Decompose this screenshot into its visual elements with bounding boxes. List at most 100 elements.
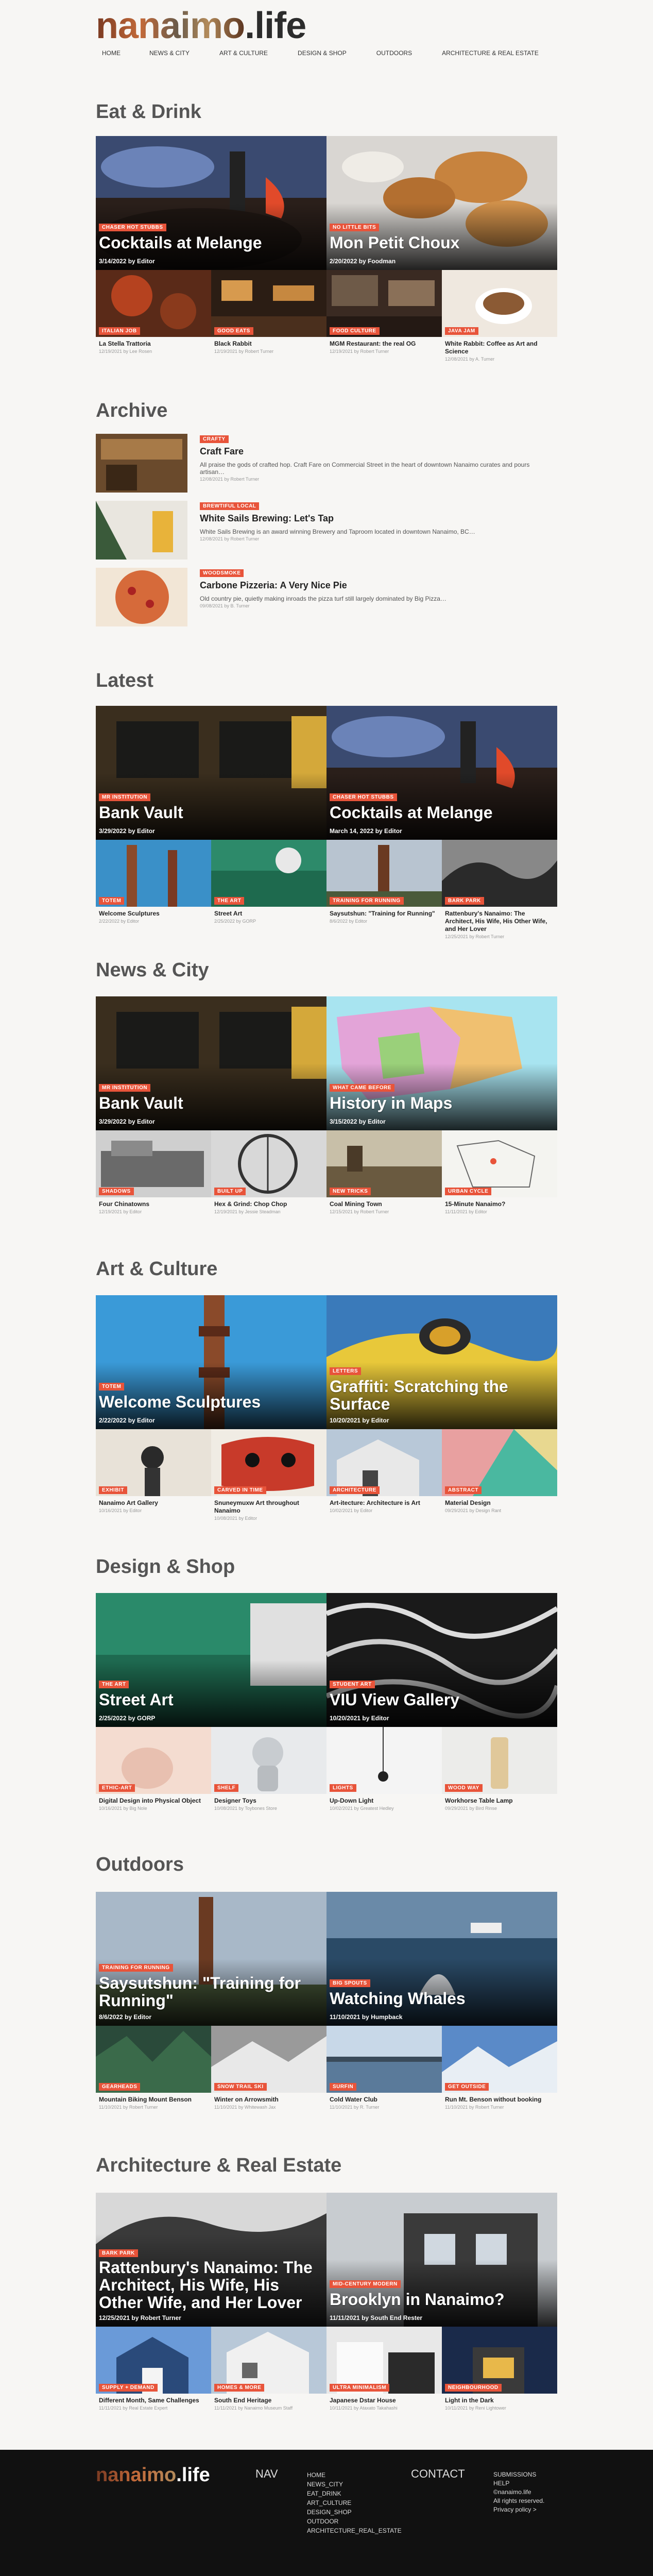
article-title[interactable]: Up-Down Light	[330, 1797, 439, 1805]
article-card[interactable]: TRAINING FOR RUNNING Saysutshun: "Traini…	[326, 840, 442, 924]
article-card[interactable]: ETHIC-ART Digital Design into Physical O…	[96, 1727, 211, 1811]
category-tag[interactable]: CRAFTY	[200, 435, 229, 443]
category-tag[interactable]: ABSTRACT	[445, 1486, 482, 1494]
footer-logo[interactable]: nanaimo.life	[96, 2464, 210, 2486]
category-tag[interactable]: NEIGHBOURHOOD	[445, 2384, 502, 2392]
privacy-link[interactable]: Privacy policy >	[493, 2505, 544, 2514]
category-tag[interactable]: BREWTIFUL LOCAL	[200, 502, 260, 510]
article-card[interactable]: ITALIAN JOB La Stella Trattoria 12/19/20…	[96, 270, 211, 354]
article-card[interactable]: LIGHTS Up-Down Light 10/02/2021 by Great…	[326, 1727, 442, 1811]
feature-title[interactable]: Graffiti: Scratching the Surface	[330, 1378, 552, 1413]
article-title[interactable]: Street Art	[214, 910, 323, 918]
category-tag[interactable]: SUPPLY + DEMAND	[99, 2384, 158, 2392]
category-tag[interactable]: CHASER HOT STUBBS	[99, 224, 166, 231]
nav-home[interactable]: HOME	[102, 49, 121, 57]
category-tag[interactable]: CARVED IN TIME	[214, 1486, 266, 1494]
nav-art-culture[interactable]: ART & CULTURE	[219, 49, 268, 57]
article-title[interactable]: South End Heritage	[214, 2397, 323, 2404]
site-logo[interactable]: nanaimo.life	[96, 5, 306, 46]
article-title[interactable]: Four Chinatowns	[99, 1200, 208, 1208]
feature-card[interactable]: CHASER HOT STUBBS Cocktails at Melange 3…	[96, 136, 326, 270]
category-tag[interactable]: URBAN CYCLE	[445, 1188, 492, 1195]
article-title[interactable]: Run Mt. Benson without booking	[445, 2096, 554, 2104]
category-tag[interactable]: STUDENT ART	[330, 1681, 375, 1688]
article-title[interactable]: La Stella Trattoria	[99, 340, 208, 348]
category-tag[interactable]: WOODSMOKE	[200, 569, 244, 577]
article-title[interactable]: Workhorse Table Lamp	[445, 1797, 554, 1805]
article-card[interactable]: SHELF Designer Toys 10/08/2021 by Toybon…	[211, 1727, 326, 1811]
category-tag[interactable]: NO LITTLE BITS	[330, 224, 380, 231]
article-card[interactable]: CARVED IN TIME Snuneymuxw Art throughout…	[211, 1429, 326, 1521]
feature-title[interactable]: Mon Petit Choux	[330, 234, 552, 251]
article-title[interactable]: Light in the Dark	[445, 2397, 554, 2404]
category-tag[interactable]: WOOD WAY	[445, 1784, 483, 1792]
feature-title[interactable]: Bank Vault	[99, 1094, 321, 1112]
category-tag[interactable]: SHELF	[214, 1784, 239, 1792]
category-tag[interactable]: SHADOWS	[99, 1188, 134, 1195]
feature-title[interactable]: Rattenbury's Nanaimo: The Architect, His…	[99, 2259, 321, 2311]
category-tag[interactable]: SURFIN	[330, 2083, 357, 2091]
category-tag[interactable]: NEW TRICKS	[330, 1188, 371, 1195]
help-link[interactable]: HELP	[493, 2479, 544, 2488]
footer-link[interactable]: DESIGN_SHOP	[307, 2507, 402, 2517]
category-tag[interactable]: TRAINING FOR RUNNING	[99, 1964, 173, 1972]
category-tag[interactable]: THE ART	[99, 1681, 129, 1688]
feature-card[interactable]: CHASER HOT STUBBS Cocktails at Melange M…	[326, 706, 557, 840]
article-card[interactable]: SNOW TRAIL SKI Winter on Arrowsmith 11/1…	[211, 2026, 326, 2110]
article-title[interactable]: Digital Design into Physical Object	[99, 1797, 208, 1805]
article-card[interactable]: FOOD CULTURE MGM Restaurant: the real OG…	[326, 270, 442, 354]
article-card[interactable]: ULTRA MINIMALISM Japanese Dstar House 10…	[326, 2327, 442, 2411]
nav-outdoors[interactable]: OUTDOORS	[376, 49, 412, 57]
archive-title[interactable]: White Sails Brewing: Let's Tap	[200, 513, 555, 524]
article-title[interactable]: Saysutshun: "Training for Running"	[330, 910, 439, 918]
archive-item[interactable]: WOODSMOKE Carbone Pizzeria: A Very Nice …	[96, 568, 557, 626]
article-card[interactable]: GET OUTSIDE Run Mt. Benson without booki…	[442, 2026, 557, 2110]
feature-title[interactable]: Saysutshun: "Training for Running"	[99, 1974, 321, 2009]
article-title[interactable]: Art-itecture: Architecture is Art	[330, 1499, 439, 1507]
article-title[interactable]: Japanese Dstar House	[330, 2397, 439, 2404]
article-card[interactable]: SHADOWS Four Chinatowns 12/19/2021 by Ed…	[96, 1130, 211, 1214]
feature-title[interactable]: Street Art	[99, 1691, 321, 1708]
article-card[interactable]: THE ART Street Art 2/25/2022 by GORP	[211, 840, 326, 924]
feature-card[interactable]: BARK PARK Rattenbury's Nanaimo: The Arch…	[96, 2193, 326, 2327]
category-tag[interactable]: HOMES & MORE	[214, 2384, 265, 2392]
article-title[interactable]: Mountain Biking Mount Benson	[99, 2096, 208, 2104]
feature-title[interactable]: Cocktails at Melange	[330, 804, 552, 821]
article-card[interactable]: ABSTRACT Material Design 09/29/2021 by D…	[442, 1429, 557, 1513]
feature-card[interactable]: MID-CENTURY MODERN Brooklyn in Nanaimo? …	[326, 2193, 557, 2327]
category-tag[interactable]: MR INSTITUTION	[99, 1084, 151, 1092]
category-tag[interactable]: BARK PARK	[445, 897, 484, 905]
feature-title[interactable]: History in Maps	[330, 1094, 552, 1112]
article-card[interactable]: SUPPLY + DEMAND Different Month, Same Ch…	[96, 2327, 211, 2411]
article-title[interactable]: Cold Water Club	[330, 2096, 439, 2104]
category-tag[interactable]: GOOD EATS	[214, 327, 253, 335]
category-tag[interactable]: EXHIBIT	[99, 1486, 127, 1494]
feature-title[interactable]: Welcome Sculptures	[99, 1393, 321, 1411]
feature-title[interactable]: Bank Vault	[99, 804, 321, 821]
article-title[interactable]: Material Design	[445, 1499, 554, 1507]
article-title[interactable]: Winter on Arrowsmith	[214, 2096, 323, 2104]
feature-card[interactable]: STUDENT ART VIU View Gallery 10/20/2021 …	[326, 1593, 557, 1727]
feature-card[interactable]: TOTEM Welcome Sculptures 2/22/2022 by Ed…	[96, 1295, 326, 1429]
article-card[interactable]: BARK PARK Rattenbury's Nanaimo: The Arch…	[442, 840, 557, 939]
feature-card[interactable]: NO LITTLE BITS Mon Petit Choux 2/20/2022…	[326, 136, 557, 270]
category-tag[interactable]: FOOD CULTURE	[330, 327, 380, 335]
category-tag[interactable]: BIG SPOUTS	[330, 1979, 370, 1987]
category-tag[interactable]: TRAINING FOR RUNNING	[330, 897, 404, 905]
footer-link[interactable]: EAT_DRINK	[307, 2489, 402, 2498]
category-tag[interactable]: MID-CENTURY MODERN	[330, 2280, 401, 2288]
category-tag[interactable]: TOTEM	[99, 1383, 125, 1391]
article-card[interactable]: SURFIN Cold Water Club 11/10/2021 by R. …	[326, 2026, 442, 2110]
feature-title[interactable]: Cocktails at Melange	[99, 234, 321, 251]
article-title[interactable]: Different Month, Same Challenges	[99, 2397, 208, 2404]
category-tag[interactable]: SNOW TRAIL SKI	[214, 2083, 267, 2091]
article-title[interactable]: MGM Restaurant: the real OG	[330, 340, 439, 348]
feature-card[interactable]: LETTERS Graffiti: Scratching the Surface…	[326, 1295, 557, 1429]
article-title[interactable]: Snuneymuxw Art throughout Nanaimo	[214, 1499, 323, 1515]
footer-link[interactable]: ART_CULTURE	[307, 2498, 402, 2507]
feature-card[interactable]: THE ART Street Art 2/25/2022 by GORP	[96, 1593, 326, 1727]
article-card[interactable]: HOMES & MORE South End Heritage 11/11/20…	[211, 2327, 326, 2411]
category-tag[interactable]: LIGHTS	[330, 1784, 356, 1792]
article-card[interactable]: NEW TRICKS Coal Mining Town 12/15/2021 b…	[326, 1130, 442, 1214]
article-title[interactable]: Rattenbury's Nanaimo: The Architect, His…	[445, 910, 554, 933]
